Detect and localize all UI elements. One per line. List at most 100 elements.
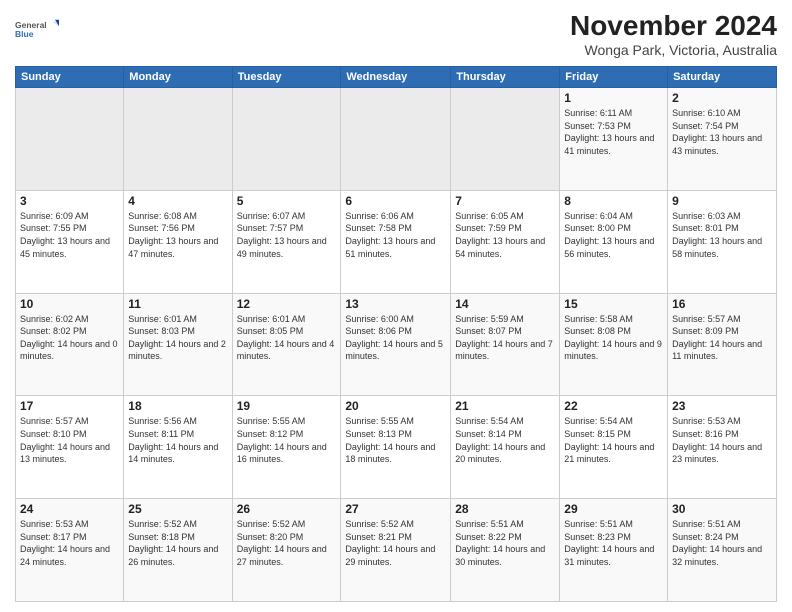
day-info: Sunrise: 6:08 AM Sunset: 7:56 PM Dayligh… bbox=[128, 210, 227, 260]
logo: General Blue bbox=[15, 10, 60, 50]
week-row-0: 1Sunrise: 6:11 AM Sunset: 7:53 PM Daylig… bbox=[16, 88, 777, 191]
cell-3-3: 20Sunrise: 5:55 AM Sunset: 8:13 PM Dayli… bbox=[341, 396, 451, 499]
svg-text:Blue: Blue bbox=[15, 29, 34, 39]
header-monday: Monday bbox=[124, 67, 232, 88]
day-number: 6 bbox=[345, 194, 446, 208]
header-row: Sunday Monday Tuesday Wednesday Thursday… bbox=[16, 67, 777, 88]
day-number: 12 bbox=[237, 297, 337, 311]
day-info: Sunrise: 5:56 AM Sunset: 8:11 PM Dayligh… bbox=[128, 415, 227, 465]
day-number: 16 bbox=[672, 297, 772, 311]
cell-4-3: 27 Sunrise: 5:52 AM Sunset: 8:21 PM Dayli… bbox=[341, 499, 451, 602]
week-row-1: 3 Sunrise: 6:09 AM Sunset: 7:55 PM Daylig… bbox=[16, 190, 777, 293]
cell-4-0: 24Sunrise: 5:53 AM Sunset: 8:17 PM Dayli… bbox=[16, 499, 124, 602]
cell-4-5: 29 Sunrise: 5:51 AM Sunset: 8:23 PM Dayli… bbox=[560, 499, 668, 602]
day-number: 20 bbox=[345, 399, 446, 413]
day-number: 29 bbox=[564, 502, 663, 516]
day-info: Sunrise: 6:02 AM Sunset: 8:02 PM Dayligh… bbox=[20, 313, 119, 363]
day-number: 15 bbox=[564, 297, 663, 311]
cell-2-3: 13 Sunrise: 6:00 AM Sunset: 8:06 PM Dayli… bbox=[341, 293, 451, 396]
day-info: Sunrise: 5:53 AM Sunset: 8:17 PM Dayligh… bbox=[20, 518, 119, 568]
day-number: 2 bbox=[672, 91, 772, 105]
day-info: Sunrise: 6:10 AM Sunset: 7:54 PM Dayligh… bbox=[672, 107, 772, 157]
day-number: 22 bbox=[564, 399, 663, 413]
day-number: 28 bbox=[455, 502, 555, 516]
day-number: 17 bbox=[20, 399, 119, 413]
svg-text:General: General bbox=[15, 20, 47, 30]
day-number: 25 bbox=[128, 502, 227, 516]
cell-2-2: 12 Sunrise: 6:01 AM Sunset: 8:05 PM Dayli… bbox=[232, 293, 341, 396]
day-number: 5 bbox=[237, 194, 337, 208]
cell-3-5: 22 Sunrise: 5:54 AM Sunset: 8:15 PM Dayli… bbox=[560, 396, 668, 499]
header: General Blue November 2024 Wonga Park, V… bbox=[15, 10, 777, 58]
cell-0-3 bbox=[341, 88, 451, 191]
cell-1-1: 4 Sunrise: 6:08 AM Sunset: 7:56 PM Daylig… bbox=[124, 190, 232, 293]
cell-0-1 bbox=[124, 88, 232, 191]
week-row-2: 10 Sunrise: 6:02 AM Sunset: 8:02 PM Dayli… bbox=[16, 293, 777, 396]
day-info: Sunrise: 5:51 AM Sunset: 8:23 PM Dayligh… bbox=[564, 518, 663, 568]
day-info: Sunrise: 6:00 AM Sunset: 8:06 PM Dayligh… bbox=[345, 313, 446, 363]
cell-4-2: 26 Sunrise: 5:52 AM Sunset: 8:20 PM Dayli… bbox=[232, 499, 341, 602]
day-info: Sunrise: 5:51 AM Sunset: 8:22 PM Dayligh… bbox=[455, 518, 555, 568]
day-number: 21 bbox=[455, 399, 555, 413]
day-number: 4 bbox=[128, 194, 227, 208]
cell-4-4: 28 Sunrise: 5:51 AM Sunset: 8:22 PM Dayli… bbox=[451, 499, 560, 602]
day-info: Sunrise: 6:03 AM Sunset: 8:01 PM Dayligh… bbox=[672, 210, 772, 260]
day-info: Sunrise: 5:52 AM Sunset: 8:21 PM Dayligh… bbox=[345, 518, 446, 568]
cell-1-3: 6 Sunrise: 6:06 AM Sunset: 7:58 PM Daylig… bbox=[341, 190, 451, 293]
day-info: Sunrise: 5:59 AM Sunset: 8:07 PM Dayligh… bbox=[455, 313, 555, 363]
header-wednesday: Wednesday bbox=[341, 67, 451, 88]
cell-0-4 bbox=[451, 88, 560, 191]
header-sunday: Sunday bbox=[16, 67, 124, 88]
page-subtitle: Wonga Park, Victoria, Australia bbox=[570, 42, 777, 58]
day-info: Sunrise: 5:52 AM Sunset: 8:20 PM Dayligh… bbox=[237, 518, 337, 568]
cell-2-4: 14 Sunrise: 5:59 AM Sunset: 8:07 PM Dayli… bbox=[451, 293, 560, 396]
calendar-body: 1Sunrise: 6:11 AM Sunset: 7:53 PM Daylig… bbox=[16, 88, 777, 602]
calendar-table: Sunday Monday Tuesday Wednesday Thursday… bbox=[15, 66, 777, 602]
cell-1-0: 3 Sunrise: 6:09 AM Sunset: 7:55 PM Daylig… bbox=[16, 190, 124, 293]
calendar-header: Sunday Monday Tuesday Wednesday Thursday… bbox=[16, 67, 777, 88]
cell-0-6: 2 Sunrise: 6:10 AM Sunset: 7:54 PM Daylig… bbox=[668, 88, 777, 191]
cell-0-5: 1Sunrise: 6:11 AM Sunset: 7:53 PM Daylig… bbox=[560, 88, 668, 191]
header-friday: Friday bbox=[560, 67, 668, 88]
day-number: 18 bbox=[128, 399, 227, 413]
day-number: 14 bbox=[455, 297, 555, 311]
cell-2-6: 16Sunrise: 5:57 AM Sunset: 8:09 PM Dayli… bbox=[668, 293, 777, 396]
day-info: Sunrise: 6:05 AM Sunset: 7:59 PM Dayligh… bbox=[455, 210, 555, 260]
cell-2-0: 10 Sunrise: 6:02 AM Sunset: 8:02 PM Dayli… bbox=[16, 293, 124, 396]
day-info: Sunrise: 5:51 AM Sunset: 8:24 PM Dayligh… bbox=[672, 518, 772, 568]
day-info: Sunrise: 6:07 AM Sunset: 7:57 PM Dayligh… bbox=[237, 210, 337, 260]
day-info: Sunrise: 6:09 AM Sunset: 7:55 PM Dayligh… bbox=[20, 210, 119, 260]
day-info: Sunrise: 5:54 AM Sunset: 8:14 PM Dayligh… bbox=[455, 415, 555, 465]
header-saturday: Saturday bbox=[668, 67, 777, 88]
day-info: Sunrise: 6:01 AM Sunset: 8:05 PM Dayligh… bbox=[237, 313, 337, 363]
day-info: Sunrise: 5:57 AM Sunset: 8:10 PM Dayligh… bbox=[20, 415, 119, 465]
day-info: Sunrise: 6:06 AM Sunset: 7:58 PM Dayligh… bbox=[345, 210, 446, 260]
day-number: 10 bbox=[20, 297, 119, 311]
cell-1-5: 8Sunrise: 6:04 AM Sunset: 8:00 PM Daylig… bbox=[560, 190, 668, 293]
cell-2-5: 15Sunrise: 5:58 AM Sunset: 8:08 PM Dayli… bbox=[560, 293, 668, 396]
day-info: Sunrise: 6:01 AM Sunset: 8:03 PM Dayligh… bbox=[128, 313, 227, 363]
page: General Blue November 2024 Wonga Park, V… bbox=[0, 0, 792, 612]
cell-1-2: 5 Sunrise: 6:07 AM Sunset: 7:57 PM Daylig… bbox=[232, 190, 341, 293]
day-number: 30 bbox=[672, 502, 772, 516]
title-block: November 2024 Wonga Park, Victoria, Aust… bbox=[570, 10, 777, 58]
day-info: Sunrise: 5:54 AM Sunset: 8:15 PM Dayligh… bbox=[564, 415, 663, 465]
cell-0-2 bbox=[232, 88, 341, 191]
day-number: 19 bbox=[237, 399, 337, 413]
cell-2-1: 11Sunrise: 6:01 AM Sunset: 8:03 PM Dayli… bbox=[124, 293, 232, 396]
day-number: 7 bbox=[455, 194, 555, 208]
day-info: Sunrise: 6:04 AM Sunset: 8:00 PM Dayligh… bbox=[564, 210, 663, 260]
page-title: November 2024 bbox=[570, 10, 777, 42]
day-info: Sunrise: 5:52 AM Sunset: 8:18 PM Dayligh… bbox=[128, 518, 227, 568]
day-number: 3 bbox=[20, 194, 119, 208]
cell-4-1: 25 Sunrise: 5:52 AM Sunset: 8:18 PM Dayli… bbox=[124, 499, 232, 602]
day-number: 23 bbox=[672, 399, 772, 413]
day-number: 1 bbox=[564, 91, 663, 105]
cell-0-0 bbox=[16, 88, 124, 191]
cell-3-0: 17 Sunrise: 5:57 AM Sunset: 8:10 PM Dayli… bbox=[16, 396, 124, 499]
week-row-4: 24Sunrise: 5:53 AM Sunset: 8:17 PM Dayli… bbox=[16, 499, 777, 602]
day-number: 27 bbox=[345, 502, 446, 516]
day-number: 26 bbox=[237, 502, 337, 516]
day-number: 13 bbox=[345, 297, 446, 311]
cell-3-6: 23Sunrise: 5:53 AM Sunset: 8:16 PM Dayli… bbox=[668, 396, 777, 499]
